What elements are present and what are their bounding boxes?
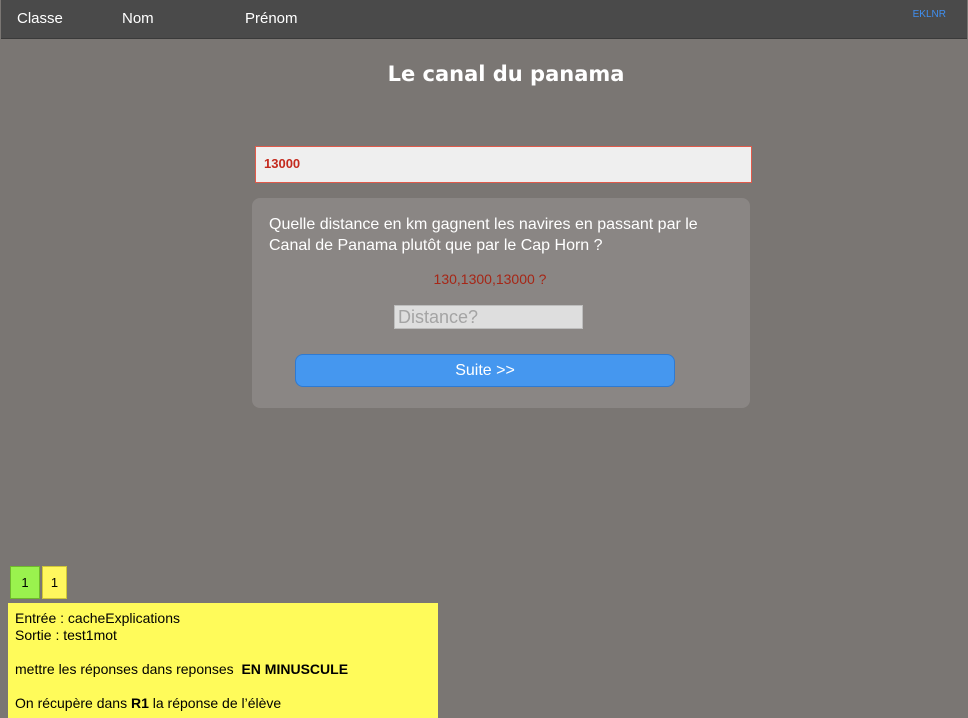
header-code[interactable]: EKLNR bbox=[913, 9, 946, 20]
question-text: Quelle distance en km gagnent les navire… bbox=[269, 216, 698, 254]
notes-r1-label: R1 bbox=[130, 695, 149, 711]
suite-button[interactable]: Suite >> bbox=[295, 354, 675, 387]
answer-hint: 130,1300,13000 ? bbox=[433, 271, 547, 287]
notes-minuscule-text: EN MINUSCULE bbox=[241, 661, 349, 677]
answer-value: 13000 bbox=[264, 156, 301, 171]
badge-yellow[interactable]: 1 bbox=[42, 566, 67, 599]
notes-reponses-text: mettre les réponses dans reponses bbox=[15, 661, 242, 677]
notes-r1-prefix: On récupère dans bbox=[15, 695, 131, 711]
question-card: Quelle distance en km gagnent les navire… bbox=[252, 198, 750, 408]
notes-line-sortie: Sortie : test1mot bbox=[15, 627, 117, 643]
notes-r1-suffix: la réponse de l’élève bbox=[148, 695, 282, 711]
distance-input[interactable] bbox=[394, 305, 583, 329]
notes-line-r1: On récupère dans R1 la réponse de l’élèv… bbox=[15, 695, 431, 712]
page-title: Le canal du panama bbox=[387, 62, 625, 86]
notes-line-reponses: mettre les réponses dans reponses EN MIN… bbox=[15, 661, 431, 678]
notes-line-entree: Entrée : cacheExplications bbox=[15, 610, 180, 626]
header-prenom: Prénom bbox=[245, 10, 298, 27]
top-bar: Classe Nom Prénom EKLNR bbox=[1, 0, 967, 39]
developer-notes: Entrée : cacheExplications Sortie : test… bbox=[8, 603, 438, 718]
answer-display: 13000 bbox=[255, 146, 752, 183]
header-nom: Nom bbox=[122, 10, 154, 27]
header-classe: Classe bbox=[17, 10, 63, 27]
badge-green[interactable]: 1 bbox=[10, 566, 40, 599]
